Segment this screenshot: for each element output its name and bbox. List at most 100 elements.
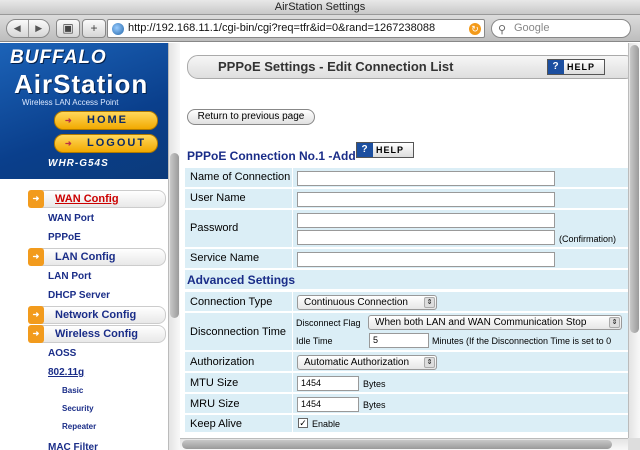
password-confirm-input[interactable] <box>297 230 555 245</box>
search-field[interactable]: ⚲ Google <box>491 19 631 38</box>
chevron-updown-icon: ⇕ <box>424 357 435 368</box>
idle-time-label: Idle Time <box>296 336 333 346</box>
main-content: PPPoE Settings - Edit Connection List ? H… <box>180 43 628 438</box>
menu-label: LAN Config <box>55 251 116 263</box>
forward-arrow-icon[interactable]: ▶ <box>29 20 50 37</box>
chevron-updown-icon: ⇕ <box>609 317 620 328</box>
mru-input[interactable]: 1454 <box>297 397 359 412</box>
sidebar-scrollbar[interactable] <box>168 43 180 450</box>
menu-label: Network Config <box>55 309 137 321</box>
idle-time-input[interactable]: 5 <box>369 333 429 348</box>
arrow-icon: ➜ <box>28 248 44 266</box>
connection-name-input[interactable] <box>297 171 555 186</box>
menu-dhcp-server[interactable]: DHCP Server <box>48 290 110 301</box>
connection-type-select[interactable]: Continuous Connection ⇕ <box>297 295 437 310</box>
enable-label: Enable <box>312 419 341 429</box>
menu-aoss[interactable]: AOSS <box>48 348 76 359</box>
label: User Name <box>190 192 246 204</box>
menu-wan-port[interactable]: WAN Port <box>48 213 94 224</box>
home-label: HOME <box>87 114 128 126</box>
menu-wan-config[interactable]: ➜ WAN Config <box>28 190 166 208</box>
menu-pppoe[interactable]: PPPoE <box>48 232 81 243</box>
connection-title: PPPoE Connection No.1 -Add <box>187 149 356 163</box>
nav-menu: ➜ WAN Config WAN Port PPPoE ➜ LAN Config L… <box>0 179 168 450</box>
user-name-input[interactable] <box>297 192 555 207</box>
add-tab-icon[interactable]: + <box>82 19 106 38</box>
tagline: Wireless LAN Access Point <box>22 98 119 107</box>
horizontal-scrollbar[interactable] <box>180 438 628 450</box>
browser-toolbar: ◀ ▶ ▣ + http://192.168.11.1/cgi-bin/cgi?… <box>0 15 640 42</box>
window-title: AirStation Settings <box>0 0 640 15</box>
mtu-input[interactable]: 1454 <box>297 376 359 391</box>
help-label: HELP <box>567 62 596 72</box>
scroll-thumb[interactable] <box>182 440 612 449</box>
label: Keep Alive <box>190 418 242 430</box>
arrow-icon: ➜ <box>28 325 44 343</box>
question-icon: ? <box>548 60 564 74</box>
row-mtu: MTU Size 1454 Bytes <box>185 373 628 393</box>
scroll-thumb[interactable] <box>170 153 179 318</box>
page-title: PPPoE Settings - Edit Connection List <box>218 59 454 74</box>
menu-security[interactable]: Security <box>62 404 94 413</box>
row-keep-alive: Keep Alive ✓ Enable <box>185 415 628 433</box>
advanced-title: Advanced Settings <box>187 273 296 287</box>
bytes-label: Bytes <box>363 379 386 389</box>
menu-repeater[interactable]: Repeater <box>62 422 96 431</box>
sidebar: BUFFALO AirStation Wireless LAN Access P… <box>0 43 180 450</box>
menu-mac-filter[interactable]: MAC Filter <box>48 442 98 450</box>
help-button[interactable]: ? HELP <box>356 142 414 158</box>
label: Password <box>190 222 239 234</box>
reload-icon[interactable]: ↻ <box>469 23 481 35</box>
row-disconnection-time: Disconnection Time Disconnect Flag When … <box>185 313 628 351</box>
logout-label: LOGOUT <box>87 137 147 149</box>
home-button[interactable]: ➜ HOME <box>54 111 158 130</box>
row-connection-type: Connection Type Continuous Connection ⇕ <box>185 292 628 312</box>
logout-button[interactable]: ➜ LOGOUT <box>54 134 158 153</box>
row-advanced-header: Advanced Settings <box>185 270 628 290</box>
url-text: http://192.168.11.1/cgi-bin/cgi?req=tfr&… <box>128 22 436 34</box>
menu-lan-port[interactable]: LAN Port <box>48 271 91 282</box>
label: Connection Type <box>190 296 273 308</box>
keep-alive-checkbox[interactable]: ✓ <box>298 418 308 428</box>
select-value: Continuous Connection <box>304 297 408 308</box>
globe-icon <box>112 23 124 35</box>
authorization-select[interactable]: Automatic Authorization ⇕ <box>297 355 437 370</box>
select-value: Automatic Authorization <box>304 357 410 368</box>
password-input[interactable] <box>297 213 555 228</box>
scroll-thumb[interactable] <box>630 45 639 333</box>
bookmark-icon[interactable]: ▣ <box>56 19 80 38</box>
menu-basic[interactable]: Basic <box>62 386 83 395</box>
disconnect-flag-select[interactable]: When both LAN and WAN Communication Stop… <box>368 315 622 330</box>
arrow-icon: ➜ <box>65 116 74 125</box>
nav-buttons: ◀ ▶ <box>6 19 50 38</box>
label: MTU Size <box>190 377 239 389</box>
address-bar[interactable]: http://192.168.11.1/cgi-bin/cgi?req=tfr&… <box>107 19 485 38</box>
label: Service Name <box>190 252 260 264</box>
menu-wireless-config[interactable]: ➜ Wireless Config <box>28 325 166 343</box>
arrow-icon: ➜ <box>28 190 44 208</box>
label: Authorization <box>190 356 255 368</box>
search-icon: ⚲ <box>498 24 507 36</box>
menu-lan-config[interactable]: ➜ LAN Config <box>28 248 166 266</box>
help-button[interactable]: ? HELP <box>547 59 605 75</box>
menu-80211g[interactable]: 802.11g <box>48 367 84 378</box>
label: Disconnection Time <box>190 326 286 338</box>
resize-corner[interactable] <box>628 438 640 450</box>
buffalo-logo: BUFFALO <box>10 47 107 68</box>
disconnect-flag-label: Disconnect Flag <box>296 318 361 328</box>
menu-network-config[interactable]: ➜ Network Config <box>28 306 166 324</box>
confirmation-label: (Confirmation) <box>559 234 617 244</box>
main-scrollbar[interactable] <box>628 43 640 438</box>
label: Name of Connection <box>190 171 291 183</box>
model-name: WHR-G54S <box>48 158 109 169</box>
back-arrow-icon[interactable]: ◀ <box>7 20 29 37</box>
select-value: When both LAN and WAN Communication Stop <box>375 317 587 328</box>
question-icon: ? <box>357 143 373 157</box>
row-password: Password (Confirmation) <box>185 210 628 248</box>
help-label: HELP <box>376 145 405 155</box>
return-button[interactable]: Return to previous page <box>187 109 315 125</box>
service-name-input[interactable] <box>297 252 555 267</box>
row-user-name: User Name <box>185 189 628 209</box>
row-authorization: Authorization Automatic Authorization ⇕ <box>185 352 628 372</box>
menu-label: Wireless Config <box>55 328 139 340</box>
